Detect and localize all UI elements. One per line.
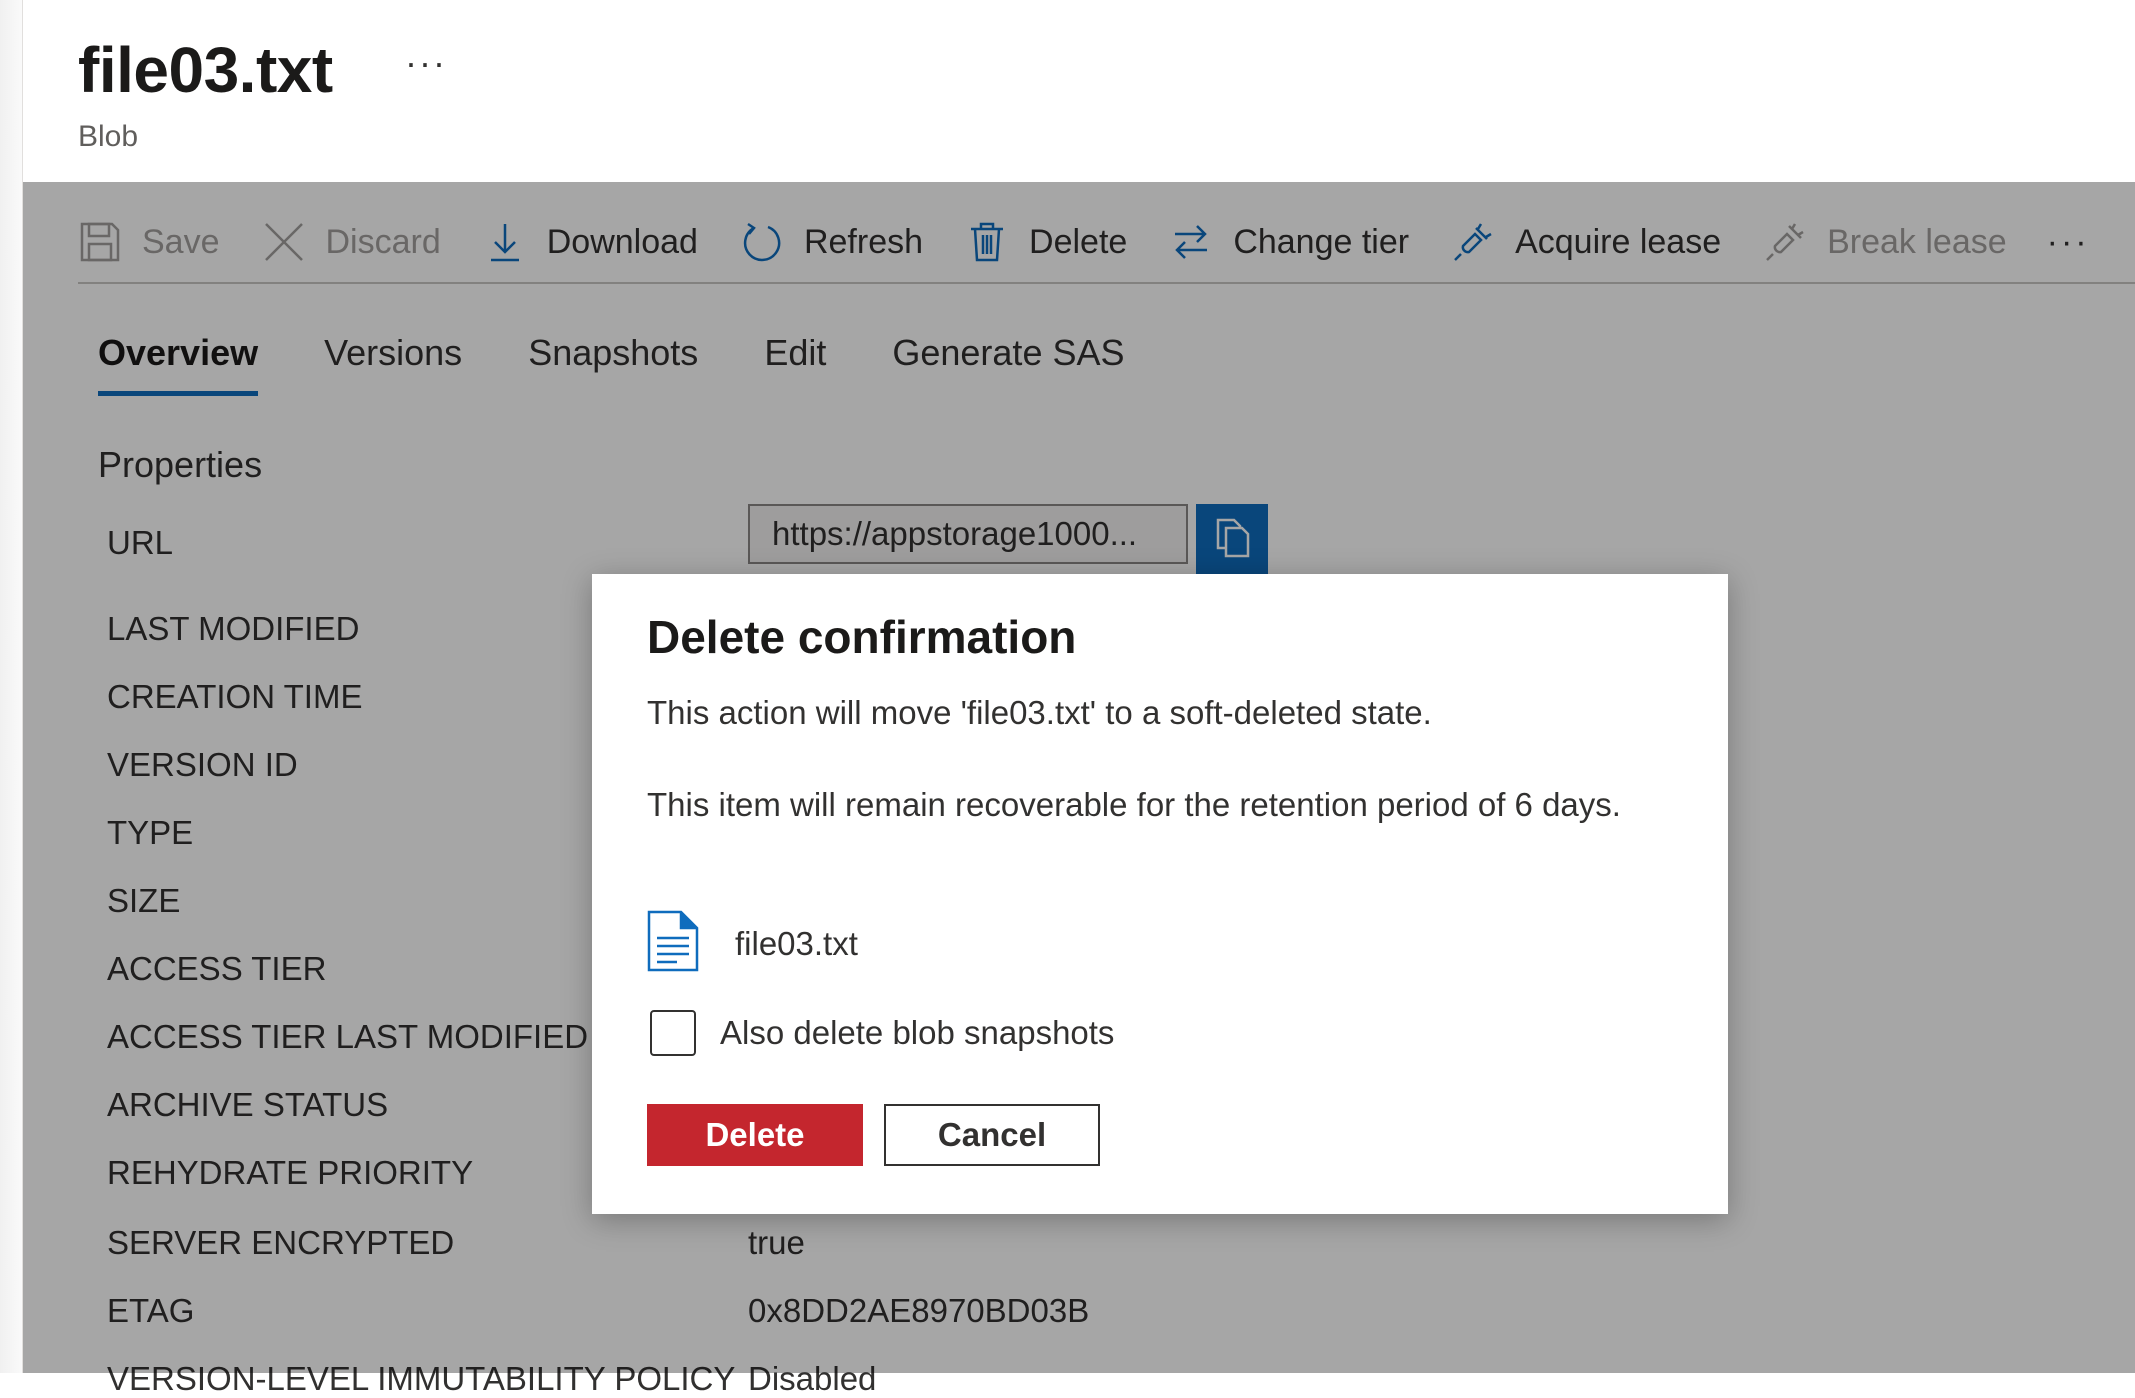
page-subtitle: Blob (78, 120, 139, 153)
delete-snapshots-option[interactable]: Also delete blob snapshots (650, 1010, 1114, 1056)
delete-snapshots-checkbox[interactable] (650, 1010, 696, 1056)
page-title: file03.txt (78, 34, 333, 106)
dialog-retention-message: This item will remain recoverable for th… (647, 786, 1621, 823)
page-header: file03.txt ··· Blob (23, 0, 2135, 182)
delete-confirmation-dialog: Delete confirmation This action will mov… (592, 574, 1728, 1214)
delete-snapshots-label: Also delete blob snapshots (720, 1014, 1115, 1051)
file-item: file03.txt (647, 910, 858, 977)
dialog-message: This action will move 'file03.txt' to a … (647, 694, 1432, 731)
left-edge (0, 0, 22, 1373)
file-name: file03.txt (735, 924, 858, 962)
confirm-delete-button[interactable]: Delete (647, 1104, 863, 1166)
header-more-button[interactable]: ··· (405, 42, 447, 84)
document-icon (647, 910, 699, 977)
cancel-button[interactable]: Cancel (884, 1104, 1100, 1166)
dialog-title: Delete confirmation (647, 611, 1077, 663)
